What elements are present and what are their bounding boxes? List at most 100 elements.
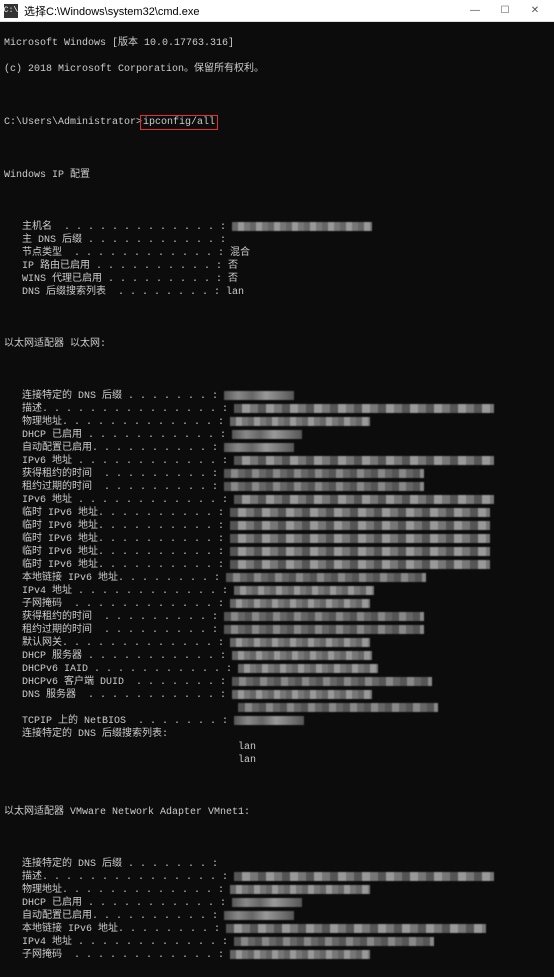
redacted-value: [232, 677, 432, 686]
config-label: 本地链接 IPv6 地址. . . . . . . . :: [4, 572, 220, 585]
blank-line: [4, 832, 550, 845]
config-label: 临时 IPv6 地址. . . . . . . . . . :: [4, 559, 224, 572]
redacted-value: [230, 638, 370, 647]
config-value: [226, 676, 432, 689]
config-value: [224, 546, 490, 559]
maximize-button[interactable]: ☐: [490, 1, 520, 21]
config-value: [226, 429, 302, 442]
redacted-value: [224, 391, 294, 400]
config-label: 临时 IPv6 地址. . . . . . . . . . :: [4, 507, 224, 520]
redacted-value: [234, 586, 374, 595]
config-label: 物理地址. . . . . . . . . . . . . :: [4, 884, 224, 897]
minimize-button[interactable]: —: [460, 1, 490, 21]
config-value: [224, 520, 490, 533]
config-row: 默认网关. . . . . . . . . . . . . :: [4, 637, 550, 650]
config-row: DHCP 服务器 . . . . . . . . . . . :: [4, 650, 550, 663]
config-row: 临时 IPv6 地址. . . . . . . . . . :: [4, 546, 550, 559]
close-button[interactable]: ✕: [520, 1, 550, 21]
config-label: DHCP 已启用 . . . . . . . . . . . :: [4, 897, 226, 910]
config-value: [220, 923, 486, 936]
redacted-value: [238, 664, 378, 673]
config-row: IPv4 地址 . . . . . . . . . . . . :: [4, 936, 550, 949]
config-value: [218, 624, 424, 637]
config-label: [4, 754, 232, 767]
config-row: 临时 IPv6 地址. . . . . . . . . . :: [4, 533, 550, 546]
config-value: [224, 637, 370, 650]
copyright-line: (c) 2018 Microsoft Corporation。保留所有权利。: [4, 63, 550, 76]
redacted-value: [230, 417, 370, 426]
config-row: DNS 服务器 . . . . . . . . . . . :: [4, 689, 550, 702]
config-label: 节点类型 . . . . . . . . . . . . :: [4, 247, 224, 260]
config-value: [224, 507, 490, 520]
config-label: IPv4 地址 . . . . . . . . . . . . :: [4, 936, 228, 949]
config-label: DHCP 已启用 . . . . . . . . . . . :: [4, 429, 226, 442]
config-row: 本地链接 IPv6 地址. . . . . . . . :: [4, 923, 550, 936]
config-label: 租约过期的时间 . . . . . . . . . :: [4, 481, 218, 494]
blank-line: [4, 312, 550, 325]
config-label: IPv6 地址 . . . . . . . . . . . . :: [4, 455, 228, 468]
config-label: 临时 IPv6 地址. . . . . . . . . . :: [4, 520, 224, 533]
config-label: DHCPv6 IAID . . . . . . . . . . . :: [4, 663, 232, 676]
config-value: [218, 481, 424, 494]
config-row: DHCPv6 IAID . . . . . . . . . . . :: [4, 663, 550, 676]
redacted-value: [234, 937, 434, 946]
redacted-value: [238, 703, 438, 712]
command-text: ipconfig/all: [143, 117, 215, 128]
config-value: [220, 572, 426, 585]
prompt-text: C:\Users\Administrator>: [4, 117, 142, 128]
config-value: [224, 884, 370, 897]
redacted-value: [230, 950, 370, 959]
terminal-output[interactable]: Microsoft Windows [版本 10.0.17763.316] (c…: [0, 22, 554, 977]
config-value: lan: [232, 754, 256, 767]
config-value: [228, 494, 494, 507]
redacted-value: [234, 404, 494, 413]
command-highlight: ipconfig/all: [140, 115, 218, 130]
config-row: 租约过期的时间 . . . . . . . . . :: [4, 481, 550, 494]
config-row: DNS 后缀搜索列表 . . . . . . . . : lan: [4, 286, 550, 299]
config-row: 子网掩码 . . . . . . . . . . . . :: [4, 598, 550, 611]
config-label: 临时 IPv6 地址. . . . . . . . . . :: [4, 546, 224, 559]
config-row: 临时 IPv6 地址. . . . . . . . . . :: [4, 520, 550, 533]
config-row: IP 路由已启用 . . . . . . . . . . : 否: [4, 260, 550, 273]
config-value: [218, 390, 294, 403]
config-row: 自动配置已启用. . . . . . . . . . :: [4, 442, 550, 455]
config-label: WINS 代理已启用 . . . . . . . . . :: [4, 273, 222, 286]
config-row: IPv6 地址 . . . . . . . . . . . . :: [4, 494, 550, 507]
redacted-value: [224, 612, 424, 621]
config-row: 自动配置已启用. . . . . . . . . . :: [4, 910, 550, 923]
redacted-value: [234, 456, 494, 465]
config-row: WINS 代理已启用 . . . . . . . . . : 否: [4, 273, 550, 286]
blank-line: [4, 89, 550, 102]
redacted-value: [224, 469, 424, 478]
redacted-value: [226, 573, 426, 582]
redacted-value: [224, 625, 424, 634]
cmd-icon: C:\: [4, 4, 18, 18]
config-row: 本地链接 IPv6 地址. . . . . . . . :: [4, 572, 550, 585]
redacted-value: [230, 560, 490, 569]
config-row: 描述. . . . . . . . . . . . . . . :: [4, 871, 550, 884]
window-controls: — ☐ ✕: [460, 1, 550, 21]
config-label: 描述. . . . . . . . . . . . . . . :: [4, 403, 228, 416]
config-label: 连接特定的 DNS 后缀搜索列表:: [4, 728, 169, 741]
config-row: IPv6 地址 . . . . . . . . . . . . :: [4, 455, 550, 468]
redacted-value: [230, 521, 490, 530]
config-value: [228, 403, 494, 416]
config-label: TCPIP 上的 NetBIOS . . . . . . . :: [4, 715, 228, 728]
config-row: DHCP 已启用 . . . . . . . . . . . :: [4, 897, 550, 910]
blank-line: [4, 364, 550, 377]
config-label: 主 DNS 后缀 . . . . . . . . . . . :: [4, 234, 226, 247]
config-value: [224, 559, 490, 572]
redacted-value: [232, 430, 302, 439]
config-label: 自动配置已启用. . . . . . . . . . :: [4, 910, 218, 923]
config-label: DHCP 服务器 . . . . . . . . . . . :: [4, 650, 226, 663]
config-value: [226, 650, 372, 663]
config-row: 主机名 . . . . . . . . . . . . . :: [4, 221, 550, 234]
config-row: lan: [4, 754, 550, 767]
config-label: 获得租约的时间 . . . . . . . . . :: [4, 468, 218, 481]
section-title-ip: Windows IP 配置: [4, 169, 550, 182]
config-label: 自动配置已启用. . . . . . . . . . :: [4, 442, 218, 455]
redacted-value: [234, 872, 494, 881]
redacted-value: [232, 898, 302, 907]
config-label: DNS 后缀搜索列表 . . . . . . . . :: [4, 286, 220, 299]
config-label: 主机名 . . . . . . . . . . . . . :: [4, 221, 226, 234]
